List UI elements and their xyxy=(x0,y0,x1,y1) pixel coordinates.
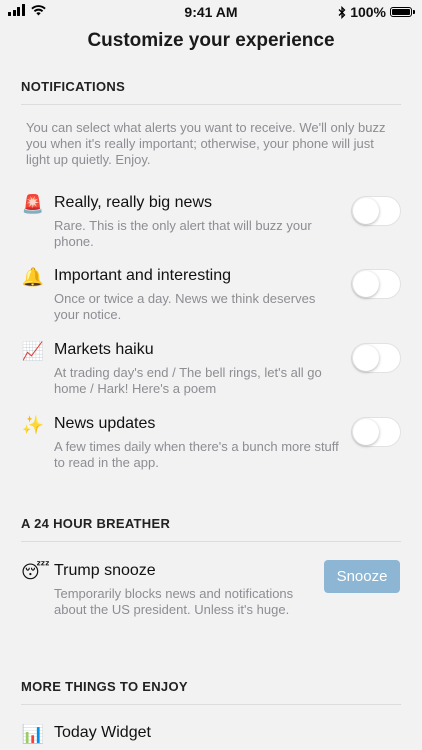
notification-desc: Once or twice a day. News we think deser… xyxy=(54,291,316,322)
news-updates-toggle[interactable] xyxy=(351,417,401,447)
status-right: 100% xyxy=(338,4,415,20)
toggle-knob xyxy=(353,345,379,371)
siren-icon: 🚨 xyxy=(21,194,45,214)
breather-header: A 24 HOUR BREATHER xyxy=(21,516,401,542)
notification-title: News updates xyxy=(54,415,156,432)
status-bar: 9:41 AM 100% xyxy=(0,0,422,24)
toggle-knob xyxy=(353,271,379,297)
notification-title: Markets haiku xyxy=(54,341,154,358)
snooze-button[interactable]: Snooze xyxy=(324,560,400,593)
notification-title: Important and interesting xyxy=(54,267,231,284)
toggle-knob xyxy=(353,198,379,224)
notification-desc: A few times daily when there's a bunch m… xyxy=(54,439,339,470)
chart-increasing-icon: 📈 xyxy=(21,341,45,361)
notification-row-big-news: 🚨 Really, really big news Rare. This is … xyxy=(21,192,401,262)
notifications-header: NOTIFICATIONS xyxy=(21,79,401,105)
more-header: MORE THINGS TO ENJOY xyxy=(21,679,401,705)
notification-title: Really, really big news xyxy=(54,194,212,211)
markets-haiku-toggle[interactable] xyxy=(351,343,401,373)
notification-desc: Rare. This is the only alert that will b… xyxy=(54,218,312,249)
important-toggle[interactable] xyxy=(351,269,401,299)
sparkles-icon: ✨ xyxy=(21,415,45,435)
bell-icon: 🔔 xyxy=(21,267,45,287)
battery-icon xyxy=(390,7,415,17)
page-title: Customize your experience xyxy=(87,30,335,51)
toggle-knob xyxy=(353,419,379,445)
today-widget-row[interactable]: 📊 Today Widget xyxy=(21,722,401,750)
bluetooth-icon xyxy=(338,5,346,19)
battery-percent: 100% xyxy=(350,4,386,20)
bar-chart-icon: 📊 xyxy=(21,724,45,744)
today-widget-title: Today Widget xyxy=(54,724,151,741)
notification-desc: At trading day's end / The bell rings, l… xyxy=(54,365,322,396)
notification-row-news-updates: ✨ News updates A few times daily when th… xyxy=(21,413,401,483)
notification-row-markets-haiku: 📈 Markets haiku At trading day's end / T… xyxy=(21,339,401,409)
notifications-intro: You can select what alerts you want to r… xyxy=(26,120,386,167)
big-news-toggle[interactable] xyxy=(351,196,401,226)
notification-row-important: 🔔 Important and interesting Once or twic… xyxy=(21,265,401,335)
snooze-title: Trump snooze xyxy=(54,562,156,579)
snooze-desc: Temporarily blocks news and notification… xyxy=(54,586,294,617)
sleeping-face-icon: 😴 xyxy=(21,562,50,582)
trump-snooze-row: 😴 Trump snooze Temporarily blocks news a… xyxy=(21,560,401,640)
